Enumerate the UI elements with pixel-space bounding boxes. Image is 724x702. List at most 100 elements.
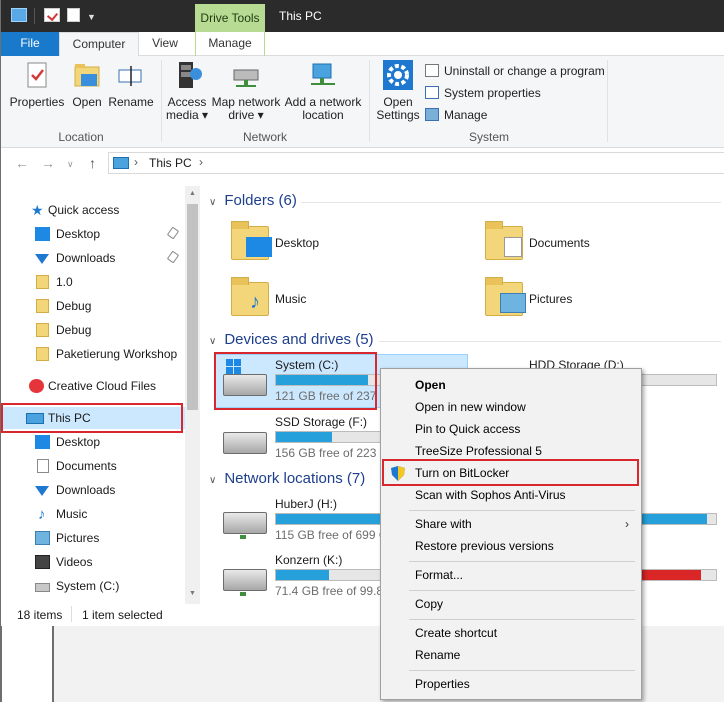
menu-item-copy[interactable]: Copy [381,593,641,615]
new-document-icon[interactable] [67,8,80,22]
nav-item-creative-cloud[interactable]: Creative Cloud Files [1,375,185,397]
properties-icon [21,60,53,90]
qat-dropdown-icon[interactable]: ▼ [87,12,96,22]
scroll-down-icon[interactable]: ▼ [189,590,196,597]
nav-label: Quick access [48,203,120,217]
nav-item-folder[interactable]: Debug [1,319,185,341]
nav-label: Debug [56,299,92,313]
menu-item-sophos[interactable]: Scan with Sophos Anti-Virus [381,484,641,506]
tab-manage[interactable]: Manage [195,32,265,56]
folder-desktop-label[interactable]: Desktop [275,236,319,250]
nav-item-downloads[interactable]: Downloads [1,247,185,269]
tab-view[interactable]: View [141,32,189,56]
menu-item-open[interactable]: Open [381,374,641,396]
collapse-chevron-icon[interactable]: ∨ [209,197,216,208]
access-media-button[interactable]: Access media ▾ [165,60,209,122]
menu-item-format[interactable]: Format... [381,564,641,586]
highlight-system-drive [214,352,377,410]
properties-check-icon[interactable] [44,8,60,22]
open-settings-label-2: Settings [376,108,420,122]
breadcrumb-chevron-icon[interactable]: › [134,155,138,169]
network-drive-icon [223,569,267,596]
menu-item-properties[interactable]: Properties [381,673,641,695]
breadcrumb[interactable]: This PC [149,156,192,170]
drive-usage-fill [276,570,329,580]
nav-item-folder[interactable]: Debug [1,295,185,317]
network-free-konzern: 71.4 GB free of 99.8 GB [275,584,381,598]
rename-button[interactable]: Rename [108,60,154,109]
nav-label: System (C:) [56,579,120,593]
this-pc-icon[interactable] [11,8,27,22]
ribbon: Properties Open Rename Location Access m… [1,56,724,148]
folder-pictures-label[interactable]: Pictures [529,292,572,306]
nav-item-pc-documents[interactable]: Documents [1,455,185,477]
add-network-location-button[interactable]: Add a network location [283,60,363,122]
folder-music-label[interactable]: Music [275,292,306,306]
selection-count: 1 item selected [82,608,163,622]
network-section-header[interactable]: ∨ Network locations (7) [209,470,365,487]
menu-separator [409,590,635,591]
properties-label: Properties [9,95,65,109]
music-note-icon: ♪ [250,291,260,313]
pictures-folder-icon [485,277,526,316]
network-header-label: Network locations (7) [224,470,366,487]
devices-header-label: Devices and drives (5) [224,331,374,348]
nav-label: Desktop [56,227,101,241]
nav-item-folder[interactable]: 1.0 [1,271,185,293]
pin-icon[interactable] [166,250,180,264]
up-arrow-icon[interactable]: ↑ [89,155,96,171]
folder-icon [36,323,49,337]
menu-separator [409,670,635,671]
nav-item-folder[interactable]: Paketierung Workshop [1,343,185,365]
nav-item-pc-pictures[interactable]: Pictures [1,527,185,549]
menu-item-restore-versions[interactable]: Restore previous versions [381,535,641,557]
address-input[interactable]: › This PC › [108,152,724,174]
open-settings-button[interactable]: Open Settings [375,60,421,122]
menu-separator [409,619,635,620]
system-properties-button[interactable]: System properties [425,86,541,100]
folder-documents-label[interactable]: Documents [529,236,590,250]
collapse-chevron-icon[interactable]: ∨ [209,336,216,347]
network-group-label: Network [242,130,287,144]
nav-item-pc-desktop[interactable]: Desktop [1,431,185,453]
nav-item-pc-videos[interactable]: Videos [1,551,185,573]
menu-item-open-new-window[interactable]: Open in new window [381,396,641,418]
uninstall-program-button[interactable]: Uninstall or change a program [425,64,605,78]
nav-item-quick-access[interactable]: ★ Quick access [1,199,185,221]
devices-section-header[interactable]: ∨ Devices and drives (5) [209,331,374,348]
rename-label: Rename [108,95,154,109]
breadcrumb-chevron-icon[interactable]: › [199,155,203,169]
open-button[interactable]: Open [67,60,107,109]
uninstall-label: Uninstall or change a program [444,64,605,78]
forward-arrow-icon[interactable]: → [41,155,55,171]
network-free-huberj: 115 GB free of 699 GB [275,528,381,542]
menu-item-rename[interactable]: Rename [381,644,641,666]
creative-cloud-icon [29,379,44,393]
nav-item-pc-downloads[interactable]: Downloads [1,479,185,501]
scroll-up-icon[interactable]: ▲ [189,190,196,197]
group-separator [369,60,370,142]
folders-section-header[interactable]: ∨ Folders (6) [209,192,297,209]
group-separator [607,60,608,142]
recent-dropdown-icon[interactable]: ∨ [67,159,74,170]
tab-file[interactable]: File [1,32,59,56]
back-arrow-icon[interactable]: ← [15,155,29,171]
menu-item-create-shortcut[interactable]: Create shortcut [381,622,641,644]
nav-item-pc-system-drive[interactable]: System (C:) [1,575,185,597]
properties-button[interactable]: Properties [9,60,65,109]
menu-item-pin-quick-access[interactable]: Pin to Quick access [381,418,641,440]
menu-item-share-with[interactable]: Share with › [381,513,641,535]
nav-label: Desktop [56,435,101,449]
submenu-chevron-icon: › [625,517,629,531]
collapse-chevron-icon[interactable]: ∨ [209,475,216,486]
map-network-drive-button[interactable]: Map network drive ▾ [209,60,283,122]
manage-button[interactable]: Manage [425,108,487,122]
nav-item-pc-music[interactable]: ♪ Music [1,503,185,525]
nav-item-desktop[interactable]: Desktop [1,223,185,245]
pin-icon[interactable] [166,226,180,240]
tab-computer[interactable]: Computer [59,32,139,57]
nav-scroll-thumb[interactable] [187,204,198,410]
nav-scrollbar[interactable]: ▲ ▼ [185,186,200,604]
videos-icon [35,555,50,569]
pictures-icon [35,531,50,545]
